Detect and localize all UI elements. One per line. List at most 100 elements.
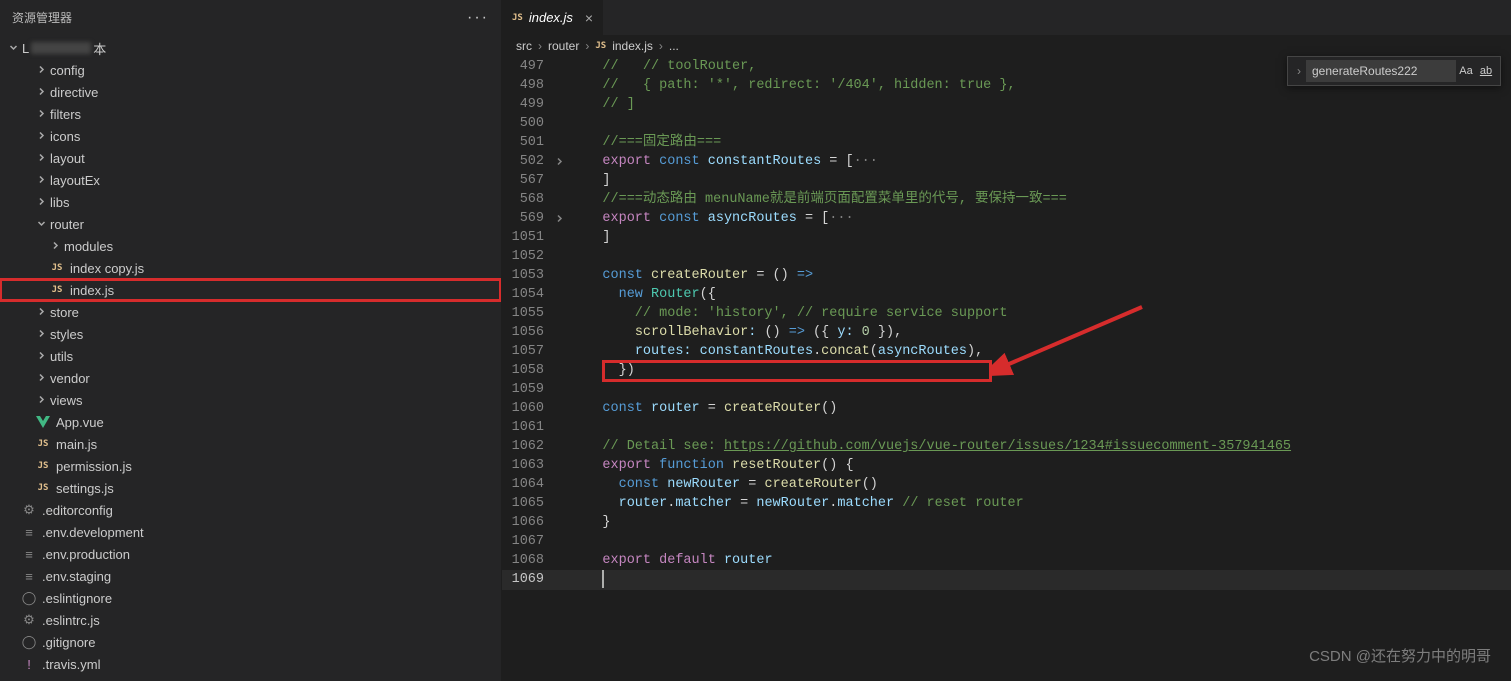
tree-folder[interactable]: icons bbox=[0, 125, 501, 147]
code-content[interactable] bbox=[566, 380, 570, 399]
tree-file[interactable]: JSsettings.js bbox=[0, 477, 501, 499]
tree-file[interactable]: ≡.env.development bbox=[0, 521, 501, 543]
tree-folder[interactable]: utils bbox=[0, 345, 501, 367]
code-content[interactable]: // Detail see: https://github.com/vuejs/… bbox=[566, 437, 1291, 456]
code-content[interactable]: scrollBehavior: () => ({ y: 0 }), bbox=[566, 323, 902, 342]
tree-folder[interactable]: filters bbox=[0, 103, 501, 125]
code-line[interactable]: 1064 const newRouter = createRouter() bbox=[502, 475, 1511, 494]
code-content[interactable]: const createRouter = () => bbox=[566, 266, 813, 285]
code-content[interactable]: router.matcher = newRouter.matcher // re… bbox=[566, 494, 1024, 513]
code-line[interactable]: 1067 bbox=[502, 532, 1511, 551]
code-content[interactable]: export const asyncRoutes = [··· bbox=[566, 209, 854, 228]
code-content[interactable]: routes: constantRoutes.concat(asyncRoute… bbox=[566, 342, 983, 361]
close-tab-icon[interactable]: × bbox=[585, 10, 593, 26]
tree-file[interactable]: ⚙.eslintrc.js bbox=[0, 609, 501, 631]
code-editor[interactable]: 497 // // toolRouter,498 // { path: '*',… bbox=[502, 57, 1511, 681]
code-line[interactable]: 1055 // mode: 'history', // require serv… bbox=[502, 304, 1511, 323]
code-line[interactable]: 500 bbox=[502, 114, 1511, 133]
tree-file[interactable]: ◯.eslintignore bbox=[0, 587, 501, 609]
tree-file[interactable]: App.vue bbox=[0, 411, 501, 433]
tree-folder[interactable]: libs bbox=[0, 191, 501, 213]
code-line[interactable]: 1057 routes: constantRoutes.concat(async… bbox=[502, 342, 1511, 361]
code-line[interactable]: 1051 ] bbox=[502, 228, 1511, 247]
code-line[interactable]: 502 export const constantRoutes = [··· bbox=[502, 152, 1511, 171]
code-content[interactable]: new Router({ bbox=[566, 285, 716, 304]
code-content[interactable]: //===动态路由 menuName就是前端页面配置菜单里的代号, 要保持一致=… bbox=[566, 190, 1067, 209]
match-word-icon[interactable]: ab bbox=[1476, 61, 1496, 81]
code-content[interactable]: ] bbox=[566, 228, 611, 247]
code-content[interactable]: ] bbox=[566, 171, 611, 190]
code-content[interactable]: } bbox=[566, 513, 611, 532]
fold-gutter[interactable] bbox=[552, 209, 566, 228]
tree-file[interactable]: !.travis.yml bbox=[0, 653, 501, 675]
code-content[interactable] bbox=[566, 114, 570, 133]
code-content[interactable]: export default router bbox=[566, 551, 773, 570]
tree-folder[interactable]: directive bbox=[0, 81, 501, 103]
code-line[interactable]: 1061 bbox=[502, 418, 1511, 437]
breadcrumb[interactable]: src› router› JS index.js› ... bbox=[502, 35, 1511, 57]
code-line[interactable]: 1063 export function resetRouter() { bbox=[502, 456, 1511, 475]
tree-file[interactable]: ◯.gitignore bbox=[0, 631, 501, 653]
code-line[interactable]: 567 ] bbox=[502, 171, 1511, 190]
code-line[interactable]: 1066 } bbox=[502, 513, 1511, 532]
explorer-more-icon[interactable]: ··· bbox=[467, 9, 489, 27]
tree-file[interactable]: JSindex copy.js bbox=[0, 257, 501, 279]
tree-folder[interactable]: vendor bbox=[0, 367, 501, 389]
fold-gutter[interactable] bbox=[552, 152, 566, 171]
code-content[interactable]: //===固定路由=== bbox=[566, 133, 721, 152]
find-input[interactable] bbox=[1306, 60, 1456, 82]
tree-file[interactable]: ⚙.editorconfig bbox=[0, 499, 501, 521]
tree-folder[interactable]: config bbox=[0, 59, 501, 81]
code-line[interactable]: 1059 bbox=[502, 380, 1511, 399]
tree-folder[interactable]: modules bbox=[0, 235, 501, 257]
tree-folder[interactable]: styles bbox=[0, 323, 501, 345]
tab-index-js[interactable]: JS index.js × bbox=[502, 0, 603, 35]
code-content[interactable]: const newRouter = createRouter() bbox=[566, 475, 878, 494]
code-content[interactable] bbox=[566, 247, 570, 266]
tree-file[interactable]: JSpermission.js bbox=[0, 455, 501, 477]
code-content[interactable] bbox=[566, 532, 570, 551]
code-line[interactable]: 1054 new Router({ bbox=[502, 285, 1511, 304]
code-line[interactable]: 1052 bbox=[502, 247, 1511, 266]
code-content[interactable]: export const constantRoutes = [··· bbox=[566, 152, 878, 171]
find-widget[interactable]: › Aa ab bbox=[1287, 56, 1501, 86]
code-line[interactable]: 1058 }) bbox=[502, 361, 1511, 380]
code-content[interactable]: // mode: 'history', // require service s… bbox=[566, 304, 1007, 323]
code-line[interactable]: 1062 // Detail see: https://github.com/v… bbox=[502, 437, 1511, 456]
code-line[interactable]: 569 export const asyncRoutes = [··· bbox=[502, 209, 1511, 228]
match-case-icon[interactable]: Aa bbox=[1456, 61, 1476, 81]
tree-folder[interactable]: layout bbox=[0, 147, 501, 169]
code-line[interactable]: 1068 export default router bbox=[502, 551, 1511, 570]
tree-file[interactable]: JSindex.js bbox=[0, 279, 501, 301]
code-line[interactable]: 1053 const createRouter = () => bbox=[502, 266, 1511, 285]
code-content[interactable] bbox=[566, 570, 604, 590]
code-content[interactable]: // // toolRouter, bbox=[566, 57, 756, 76]
code-line[interactable]: 499 // ] bbox=[502, 95, 1511, 114]
gear-icon: ⚙ bbox=[20, 612, 38, 628]
code-line[interactable]: 1056 scrollBehavior: () => ({ y: 0 }), bbox=[502, 323, 1511, 342]
tree-folder[interactable]: views bbox=[0, 389, 501, 411]
breadcrumb-segment[interactable]: index.js bbox=[612, 39, 653, 53]
code-content[interactable]: const router = createRouter() bbox=[566, 399, 837, 418]
breadcrumb-segment[interactable]: ... bbox=[669, 39, 679, 53]
code-content[interactable]: // ] bbox=[566, 95, 635, 114]
code-line[interactable]: 501 //===固定路由=== bbox=[502, 133, 1511, 152]
code-line[interactable]: 1060 const router = createRouter() bbox=[502, 399, 1511, 418]
breadcrumb-segment[interactable]: router bbox=[548, 39, 579, 53]
tree-folder[interactable]: router bbox=[0, 213, 501, 235]
tree-file[interactable]: JSmain.js bbox=[0, 433, 501, 455]
code-line[interactable]: 1065 router.matcher = newRouter.matcher … bbox=[502, 494, 1511, 513]
expand-replace-icon[interactable]: › bbox=[1292, 64, 1306, 78]
code-content[interactable]: // { path: '*', redirect: '/404', hidden… bbox=[566, 76, 1016, 95]
tree-folder[interactable]: store bbox=[0, 301, 501, 323]
tree-file[interactable]: ≡.env.staging bbox=[0, 565, 501, 587]
tree-root[interactable]: L 本 bbox=[0, 37, 501, 59]
code-line[interactable]: 1069 bbox=[502, 570, 1511, 590]
code-content[interactable] bbox=[566, 418, 570, 437]
code-line[interactable]: 568 //===动态路由 menuName就是前端页面配置菜单里的代号, 要保… bbox=[502, 190, 1511, 209]
code-content[interactable]: }) bbox=[566, 361, 635, 380]
tree-file[interactable]: ≡.env.production bbox=[0, 543, 501, 565]
breadcrumb-segment[interactable]: src bbox=[516, 39, 532, 53]
tree-folder[interactable]: layoutEx bbox=[0, 169, 501, 191]
code-content[interactable]: export function resetRouter() { bbox=[566, 456, 854, 475]
